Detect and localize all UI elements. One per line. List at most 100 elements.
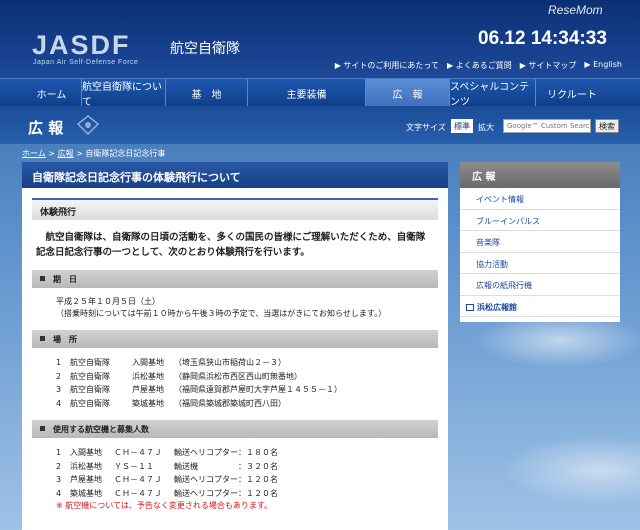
place-bar-label: 場 所 <box>53 335 77 344</box>
item-type-capacity: 輸送ヘリコプター：１２０名 <box>174 488 278 498</box>
side-item-band[interactable]: 音楽隊 <box>460 231 620 253</box>
nav-special[interactable]: スペシャルコンテンツ <box>450 79 536 108</box>
item-address: （福岡県遠賀郡芦屋町大字芦屋１４５５－１） <box>174 385 342 394</box>
item-type-capacity: 輸送ヘリコプター：１８０名 <box>174 448 278 457</box>
side-item-label: 浜松広報館 <box>477 302 517 312</box>
util-link-faq[interactable]: ▶ よくあるご質問 <box>447 60 512 71</box>
nav-bases[interactable]: 基 地 <box>166 79 248 107</box>
list-item: 1 航空自衛隊 入間基地 （埼玉県狭山市稲荷山２－３） <box>56 356 448 370</box>
breadcrumb-separator: > <box>73 149 86 158</box>
place-bar: 場 所 <box>32 330 438 348</box>
side-item-events[interactable]: イベント情報 <box>460 188 620 210</box>
font-standard-button[interactable]: 標準 <box>451 119 473 133</box>
item-base: 築城基地 <box>70 488 102 498</box>
side-menu: 広 報 イベント情報 ブルーインパルス 音楽隊 協力活動 広報の紙飛行機 浜松広… <box>460 162 620 322</box>
emblem-icon <box>76 115 100 136</box>
jasdf-logo[interactable]: JASDF <box>32 30 131 61</box>
section-heading: 体験飛行 <box>32 198 438 220</box>
item-number: 3 <box>56 385 62 394</box>
list-item: 4 航空自衛隊 築城基地 （福岡県築城郡築城町西八田） <box>56 397 448 411</box>
item-address: （埼玉県狭山市稲荷山２－３） <box>174 358 286 367</box>
global-nav: ホーム 航空自衛隊について 基 地 主要装備 広 報 スペシャルコンテンツ リク… <box>0 78 640 108</box>
item-base: 芦屋基地 <box>132 385 164 394</box>
list-item: 3 芦屋基地 ＣＨ－４７Ｊ 輸送ヘリコプター：１２０名 <box>56 473 448 487</box>
util-link-sitemap[interactable]: ▶ サイトマップ <box>520 60 577 71</box>
item-address: （福岡県築城郡築城町西八田） <box>174 398 286 408</box>
date-note: （搭乗時刻については午前１０時から午後３時の予定で、当選はがきにてお知らせします… <box>56 309 387 318</box>
main-content: 自衛隊記念日記念行事の体験飛行について 体験飛行 航空自衛隊は、自衛隊の日頃の活… <box>22 162 448 530</box>
item-unit: 航空自衛隊 <box>70 398 110 408</box>
breadcrumb: ホーム > 広報 > 自衛隊記念日記念行事 <box>22 148 165 159</box>
aircraft-note: ※ 航空機については、予告なく変更される場合もあります。 <box>56 501 273 510</box>
logo-subtitle: Japan Air Self-Defense Force <box>33 59 139 66</box>
item-base: 浜松基地 <box>70 461 102 471</box>
bullet-square-icon <box>40 336 45 341</box>
aircraft-list: 1 入間基地 ＣＨ－４７Ｊ 輸送ヘリコプター：１８０名 2 浜松基地 ＹＳ－１１ 輸送機 ：… <box>56 446 448 500</box>
nav-recruit[interactable]: リクルート <box>536 79 608 107</box>
utility-links: ▶ サイトのご利用にあたって ▶ よくあるご質問 ▶ サイトマップ ▶ Engl… <box>335 60 622 71</box>
aircraft-bar-label: 使用する航空機と募集人数 <box>53 425 149 434</box>
item-unit: 航空自衛隊 <box>70 358 110 367</box>
list-item: 2 浜松基地 ＹＳ－１１ 輸送機 ：３２０名 <box>56 460 448 474</box>
nav-home[interactable]: ホーム <box>22 79 82 107</box>
item-number: 2 <box>56 461 62 471</box>
place-list: 1 航空自衛隊 入間基地 （埼玉県狭山市稲荷山２－３） 2 航空自衛隊 浜松基地 （静岡県浜… <box>56 356 448 410</box>
item-type-capacity: 輸送ヘリコプター：１２０名 <box>174 475 278 484</box>
date-bar: 期 日 <box>32 270 438 288</box>
item-number: 4 <box>56 398 62 408</box>
search-input[interactable] <box>503 119 591 133</box>
date-bar-label: 期 日 <box>53 275 77 284</box>
side-item-cooperation[interactable]: 協力活動 <box>460 253 620 274</box>
item-base: 築城基地 <box>132 398 164 408</box>
item-base: 浜松基地 <box>132 371 164 381</box>
clock-display: 06.12 14:34:33 <box>478 28 607 49</box>
item-number: 1 <box>56 448 62 457</box>
list-item: 4 築城基地 ＣＨ－４７Ｊ 輸送ヘリコプター：１２０名 <box>56 487 448 501</box>
nav-about[interactable]: 航空自衛隊について <box>82 79 166 108</box>
bullet-square-icon <box>40 276 45 281</box>
page-heading-bar: 広 報 文字サイズ 標準 拡大 検索 <box>0 106 640 144</box>
item-model: ＣＨ－４７Ｊ <box>114 488 162 498</box>
util-link-usage[interactable]: ▶ サイトのご利用にあたって <box>335 60 439 71</box>
item-model: ＣＨ－４７Ｊ <box>114 448 162 457</box>
lead-paragraph: 航空自衛隊は、自衛隊の日頃の活動を、多くの国民の皆様にご理解いただくため、自衛隊… <box>36 232 426 258</box>
breadcrumb-pr[interactable]: 広報 <box>58 149 74 158</box>
util-link-english[interactable]: ▶ English <box>584 60 622 71</box>
side-item-blue-impulse[interactable]: ブルーインパルス <box>460 210 620 231</box>
org-name: 航空自衛隊 <box>170 41 240 57</box>
article-title: 自衛隊記念日記念行事の体験飛行について <box>22 162 448 188</box>
item-unit: 航空自衛隊 <box>70 385 110 394</box>
list-item: 1 入間基地 ＣＨ－４７Ｊ 輸送ヘリコプター：１８０名 <box>56 446 448 460</box>
item-number: 3 <box>56 475 62 484</box>
item-unit: 航空自衛隊 <box>70 371 110 381</box>
nav-pr[interactable]: 広 報 <box>366 79 450 107</box>
resemom-watermark: ReseMom <box>548 3 603 17</box>
item-number: 2 <box>56 371 62 381</box>
aircraft-bar: 使用する航空機と募集人数 <box>32 420 438 438</box>
item-address: （静岡県浜松市西区西山町無番地） <box>174 371 302 381</box>
font-large-button[interactable]: 拡大 <box>478 122 494 133</box>
item-number: 1 <box>56 358 62 367</box>
search-button[interactable]: 検索 <box>595 119 619 133</box>
bullet-square-icon <box>40 426 45 431</box>
date-line: 平成２５年１０月５日（土） <box>56 297 160 306</box>
item-type-capacity: 輸送機 ：３２０名 <box>174 461 278 471</box>
external-link-icon <box>466 303 474 311</box>
font-size-label: 文字サイズ <box>406 123 446 132</box>
date-block: 平成２５年１０月５日（土） （搭乗時刻については午前１０時から午後３時の予定で、… <box>56 296 428 320</box>
side-item-hamamatsu-museum[interactable]: 浜松広報館 <box>460 296 620 317</box>
page-title: 広 報 <box>28 119 64 137</box>
side-item-paper-plane[interactable]: 広報の紙飛行機 <box>460 274 620 296</box>
item-number: 4 <box>56 488 62 498</box>
breadcrumb-current: 自衛隊記念日記念行事 <box>85 149 166 158</box>
item-base: 芦屋基地 <box>70 475 102 484</box>
nav-equipment[interactable]: 主要装備 <box>248 79 366 107</box>
item-model: ＣＨ－４７Ｊ <box>114 475 162 484</box>
side-menu-title: 広 報 <box>460 162 620 188</box>
item-model: ＹＳ－１１ <box>114 461 154 471</box>
site-header: JASDF Japan Air Self-Defense Force 航空自衛隊… <box>0 0 640 78</box>
breadcrumb-separator: > <box>45 149 58 158</box>
item-base: 入間基地 <box>70 448 102 457</box>
item-base: 入間基地 <box>132 358 164 367</box>
breadcrumb-home[interactable]: ホーム <box>22 149 46 158</box>
